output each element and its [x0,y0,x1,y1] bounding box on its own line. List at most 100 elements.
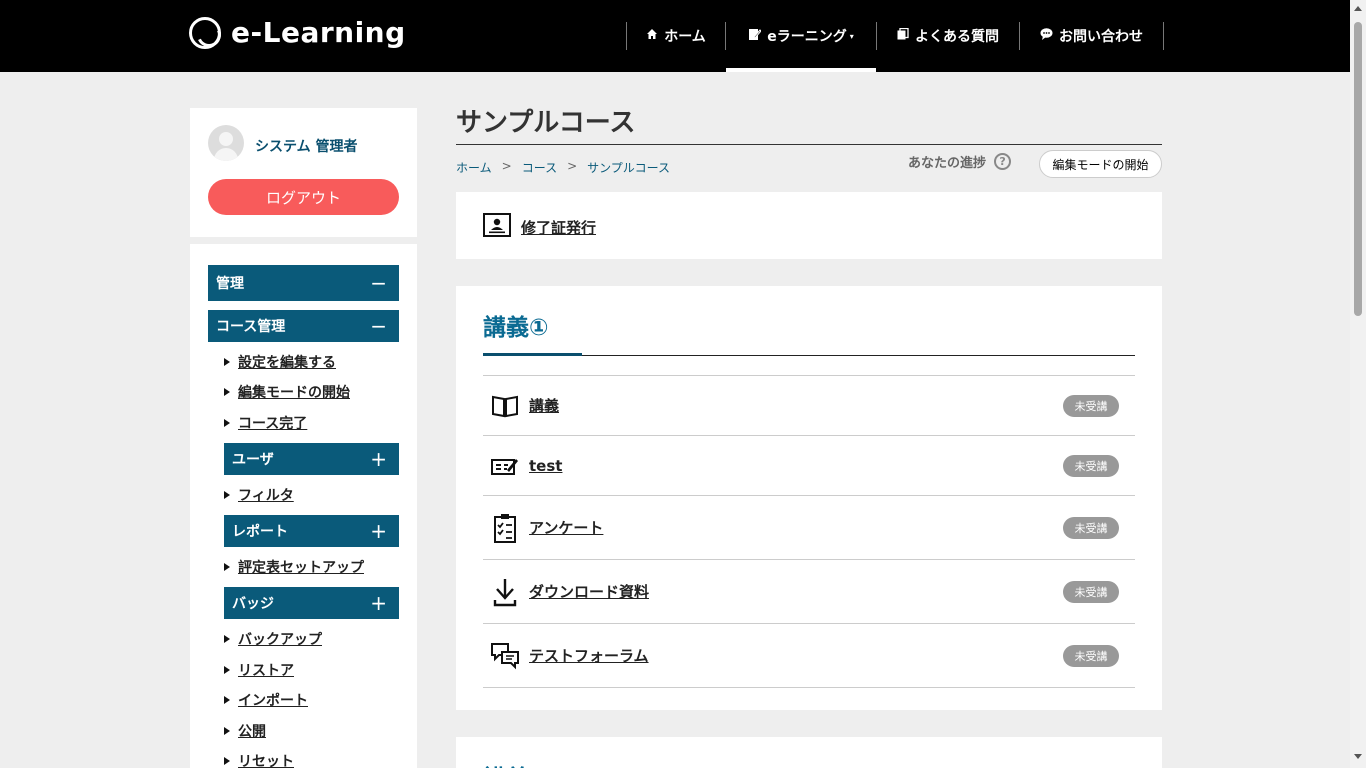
menu-header-report[interactable]: レポート + [224,515,399,547]
nav-faq[interactable]: よくある質問 [877,0,1019,72]
activity-row[interactable]: ダウンロード資料 未受講 [483,559,1135,623]
menu-link-label: 評定表セットアップ [238,560,364,576]
logo-mark-icon [189,16,221,49]
status-badge: 未受講 [1063,394,1119,417]
menu-header-badge[interactable]: バッジ + [224,587,399,619]
menu-link-label: コース完了 [238,416,308,432]
minus-icon: − [370,314,387,338]
certificate-label: 修了証発行 [521,218,597,237]
avatar[interactable] [208,125,244,161]
download-icon [489,576,521,608]
section-divider-accent [483,353,582,356]
section-title: 講義② [483,759,548,768]
status-badge: 未受講 [1063,516,1119,539]
help-icon[interactable]: ? [994,153,1012,170]
logo[interactable]: e-Learning [189,16,406,49]
triangle-right-icon [224,666,230,674]
nav-contact-label: お問い合わせ [1059,29,1143,45]
menu-link-restore[interactable]: リストア [224,660,294,680]
user-card: システム 管理者 ログアウト [190,108,417,237]
activity-label: テストフォーラム [529,647,649,665]
triangle-right-icon [224,696,230,704]
scroll-up-icon[interactable] [1354,6,1362,11]
plus-icon: + [370,591,387,615]
copy-icon [897,27,909,44]
menu-link-backup[interactable]: バックアップ [224,629,322,649]
home-icon [646,28,658,44]
chevron-down-icon: ▾ [849,31,854,41]
breadcrumb-separator: > [567,159,578,173]
scroll-down-icon[interactable] [1354,754,1362,759]
plus-icon: + [370,447,387,471]
menu-link-course-complete[interactable]: コース完了 [224,413,307,433]
triangle-right-icon [224,358,230,366]
activity-label: test [529,456,563,475]
nav-home-label: ホーム [664,29,706,45]
certificate-link[interactable]: 修了証発行 [483,213,596,241]
triangle-right-icon [224,727,230,735]
section-card: 講義② [456,737,1162,768]
page-title: サンプルコース [456,108,636,138]
menu-link-reset[interactable]: リセット [224,751,294,768]
menu-header-label: 管理 [216,276,244,292]
menu-link-publish[interactable]: 公開 [224,721,266,741]
activity-row[interactable]: アンケート 未受講 [483,495,1135,559]
menu-header-label: ユーザ [232,452,274,468]
book-icon [489,390,521,422]
menu-header-user[interactable]: ユーザ + [224,443,399,475]
checklist-icon [489,512,521,544]
breadcrumb: ホーム > コース > サンプルコース [456,159,670,176]
menu-link-label: リセット [238,754,294,768]
nav-elearning-label: eラーニング [767,29,847,45]
menu-link-filter[interactable]: フィルタ [224,485,294,505]
page-scrollbar[interactable] [1350,0,1366,768]
menu-link-edit-mode[interactable]: 編集モードの開始 [224,382,350,402]
activity-row[interactable]: テストフォーラム 未受講 [483,623,1135,688]
status-badge: 未受講 [1063,580,1119,603]
menu-header-label: コース管理 [216,319,286,335]
activity-label: アンケート [529,519,604,537]
triangle-right-icon [224,388,230,396]
triangle-right-icon [224,491,230,499]
status-badge: 未受講 [1063,454,1119,477]
activity-row[interactable]: test 未受講 [483,435,1135,495]
menu-link-label: インポート [238,693,308,709]
edit-mode-button[interactable]: 編集モードの開始 [1039,150,1162,178]
breadcrumb-separator: > [501,159,512,173]
chat-icon [1040,28,1053,44]
certificate-card: 修了証発行 [456,192,1162,259]
menu-link-label: バックアップ [238,632,322,648]
menu-header-label: レポート [232,524,288,540]
menu-header-course-kanri[interactable]: コース管理 − [208,310,399,342]
menu-link-label: 公開 [238,724,266,740]
menu-header-kanri[interactable]: 管理 − [208,265,399,301]
progress-label: あなたの進捗 [908,156,987,171]
triangle-right-icon [224,635,230,643]
sidebar-menu: 管理 − コース管理 − 設定を編集する 編集モードの開始 コース完了 ユーザ … [190,244,417,768]
top-navbar: e-Learning ホーム eラーニング ▾ よくある質問 お問い合わせ [0,0,1350,72]
activity-row[interactable]: 講義 未受講 [483,375,1135,435]
minus-icon: − [370,271,387,295]
user-name[interactable]: システム 管理者 [255,136,357,156]
nav-elearning[interactable]: eラーニング ▾ [726,0,876,72]
menu-link-label: リストア [238,663,294,679]
section-card: 講義① 講義 未受講 test 未受講 アンケート 未受講 ダウンロード資料 未… [456,286,1162,710]
logout-button[interactable]: ログアウト [208,179,399,215]
breadcrumb-home[interactable]: ホーム [456,159,492,176]
menu-link-edit-settings[interactable]: 設定を編集する [224,352,336,372]
nav-contact[interactable]: お問い合わせ [1020,0,1163,72]
title-divider [456,144,1162,145]
menu-link-label: フィルタ [238,488,294,504]
menu-link-label: 設定を編集する [238,355,336,371]
breadcrumb-course[interactable]: コース [522,159,557,176]
menu-link-import[interactable]: インポート [224,690,308,710]
breadcrumb-current[interactable]: サンプルコース [587,159,670,176]
triangle-right-icon [224,563,230,571]
plus-icon: + [370,519,387,543]
scroll-thumb[interactable] [1354,22,1362,316]
activity-label: ダウンロード資料 [529,583,650,601]
menu-link-grade-setup[interactable]: 評定表セットアップ [224,557,364,577]
activity-label: 講義 [529,397,560,415]
nav-home[interactable]: ホーム [627,0,725,72]
progress-indicator: あなたの進捗 ? [908,152,1012,171]
